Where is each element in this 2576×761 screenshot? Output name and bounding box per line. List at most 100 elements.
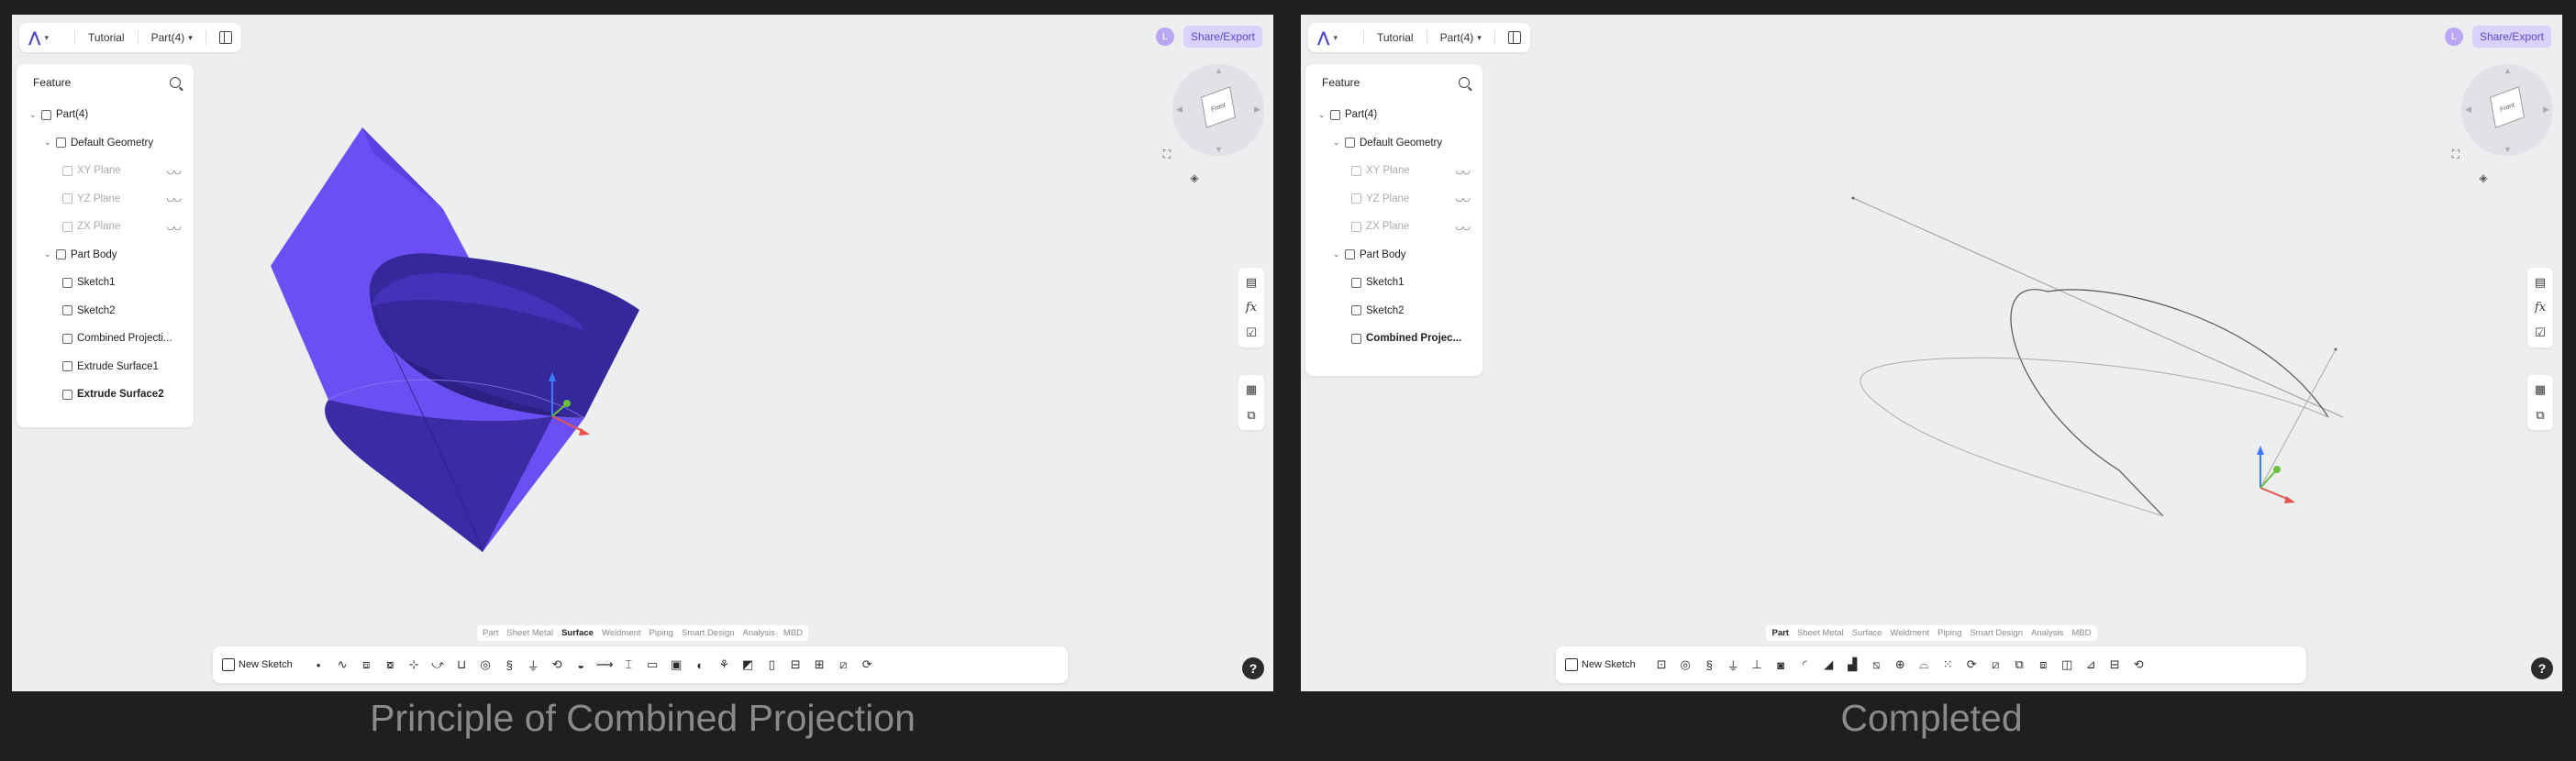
arrow-up-icon[interactable]: ▲ (1215, 66, 1223, 75)
tab-analysis[interactable]: Analysis (2031, 628, 2063, 638)
fx-icon[interactable]: fx (2535, 301, 2546, 314)
extrude-surface-icon[interactable]: ⊔ (453, 656, 471, 674)
tab-mbd[interactable]: MBD (2071, 628, 2091, 638)
copy-icon[interactable]: ⧉ (1247, 408, 1255, 423)
new-sketch-button[interactable]: New Sketch (222, 658, 293, 671)
arrow-down-icon[interactable]: ▼ (2504, 145, 2512, 154)
linear-pattern-icon[interactable]: ⁙ (1939, 656, 1957, 674)
part-selector[interactable]: Part(4) ▾ (1440, 31, 1482, 44)
part-selector[interactable]: Part(4) ▾ (151, 31, 193, 44)
search-icon[interactable] (170, 77, 181, 88)
thicken-icon[interactable]: ◩ (739, 656, 757, 674)
tab-sheet-metal[interactable]: Sheet Metal (1797, 628, 1844, 638)
revolve-icon[interactable]: ◎ (1677, 656, 1694, 674)
breadcrumb-tutorial[interactable]: Tutorial (1377, 31, 1414, 44)
combine-icon[interactable]: ⧉ (2011, 656, 2028, 674)
tab-sheet-metal[interactable]: Sheet Metal (506, 628, 553, 638)
split-body-icon[interactable]: ⧈ (2035, 656, 2052, 674)
tree-item-default-geometry[interactable]: ⌄ Default Geometry (1305, 129, 1482, 158)
tree-item-xy-plane[interactable]: XY Plane ◡◡ (1305, 157, 1482, 185)
search-icon[interactable] (1459, 77, 1470, 88)
curve-tool-icon[interactable]: ∿ (334, 656, 351, 674)
fillet-icon[interactable]: ◜ (1796, 656, 1814, 674)
tree-item-sketch2[interactable]: Sketch2 (1305, 297, 1482, 325)
chevron-down-icon[interactable]: ⌄ (29, 110, 37, 120)
more-tools-icon[interactable]: ⟲ (2130, 656, 2148, 674)
ruled-surface-icon[interactable]: ⟿ (596, 656, 614, 674)
share-export-button[interactable]: Share/Export (1183, 26, 1262, 48)
hidden-eye-icon[interactable]: ◡◡ (1456, 166, 1471, 176)
render-mode-icon[interactable]: ◈ (2476, 171, 2491, 185)
sweep-icon[interactable]: § (1701, 656, 1718, 674)
hidden-eye-icon[interactable]: ◡◡ (1456, 222, 1471, 232)
tree-item-part-body[interactable]: ⌄ Part Body (17, 241, 194, 270)
tree-item-part[interactable]: ⌄ Part(4) (17, 101, 194, 129)
tree-item-zx-plane[interactable]: ZX Plane ◡◡ (1305, 213, 1482, 241)
delete-face-icon[interactable]: ⊟ (787, 656, 805, 674)
intersection-icon[interactable]: ⊹ (405, 656, 423, 674)
panel-toggle-icon[interactable] (218, 31, 232, 44)
tree-item-sketch1[interactable]: Sketch1 (17, 269, 194, 297)
rib-icon[interactable]: ⊕ (1892, 656, 1909, 674)
tree-item-xy-plane[interactable]: XY Plane ◡◡ (17, 157, 194, 185)
view-cube-face[interactable]: Front (1201, 86, 1236, 128)
arrow-left-icon[interactable]: ◀ (2465, 105, 2471, 115)
dome-icon[interactable]: ⌓ (1915, 656, 1933, 674)
view-cube-face[interactable]: Front (2490, 86, 2525, 128)
tree-item-part-body[interactable]: ⌄ Part Body (1305, 241, 1482, 270)
hole-icon[interactable]: ◙ (1772, 656, 1790, 674)
thread-icon[interactable]: ⊟ (2106, 656, 2124, 674)
boundary-surface-icon[interactable]: ⟲ (549, 656, 566, 674)
draft-icon[interactable]: ⧅ (1868, 656, 1885, 674)
help-button[interactable]: ? (1242, 657, 1264, 679)
chevron-down-icon[interactable]: ⌄ (1333, 138, 1340, 148)
tab-piping[interactable]: Piping (1938, 628, 1961, 638)
tree-item-extrude-surface1[interactable]: Extrude Surface1 (17, 353, 194, 381)
tab-surface[interactable]: Surface (561, 628, 594, 638)
app-logo-icon[interactable]: ⋀ ▾ (1317, 28, 1350, 47)
tree-item-yz-plane[interactable]: YZ Plane ◡◡ (1305, 185, 1482, 214)
checklist-icon[interactable]: ☑ (1246, 325, 1257, 340)
checklist-icon[interactable]: ☑ (2535, 325, 2546, 340)
combined-projection-icon[interactable]: ⧇ (382, 656, 399, 674)
chevron-down-icon[interactable]: ⌄ (44, 249, 51, 259)
tree-item-extrude-surface2[interactable]: Extrude Surface2 (17, 380, 194, 409)
hidden-eye-icon[interactable]: ◡◡ (167, 193, 182, 204)
tab-piping[interactable]: Piping (650, 628, 673, 638)
fit-view-icon[interactable]: ⛶ (1160, 147, 1174, 161)
tree-item-sketch2[interactable]: Sketch2 (17, 297, 194, 325)
fit-view-icon[interactable]: ⛶ (2448, 147, 2463, 161)
copy-icon[interactable]: ⧉ (2536, 408, 2544, 423)
breadcrumb-tutorial[interactable]: Tutorial (88, 31, 125, 44)
boss-icon[interactable]: ⊥ (1749, 656, 1766, 674)
chevron-down-icon[interactable]: ⌄ (1333, 249, 1340, 259)
tab-smart-design[interactable]: Smart Design (682, 628, 735, 638)
point-tool-icon[interactable]: • (310, 656, 328, 674)
tab-analysis[interactable]: Analysis (743, 628, 775, 638)
mirror-icon[interactable]: ⧄ (835, 656, 852, 674)
shell-icon[interactable]: ▟ (1844, 656, 1861, 674)
mirror-icon[interactable]: ⧄ (1987, 656, 2004, 674)
arrow-right-icon[interactable]: ▶ (1254, 105, 1260, 115)
hidden-eye-icon[interactable]: ◡◡ (167, 222, 182, 232)
help-button[interactable]: ? (2531, 657, 2553, 679)
tree-item-combined-projection[interactable]: Combined Projecti... (17, 325, 194, 353)
new-sketch-button[interactable]: New Sketch (1565, 658, 1636, 671)
scale-icon[interactable]: ⊿ (2082, 656, 2100, 674)
share-export-button[interactable]: Share/Export (2471, 26, 2551, 48)
tree-item-default-geometry[interactable]: ⌄ Default Geometry (17, 129, 194, 158)
fx-icon[interactable]: fx (1246, 301, 1257, 314)
tab-part[interactable]: Part (1771, 628, 1788, 638)
grid-icon[interactable]: ▦ (1246, 382, 1257, 397)
tree-item-part[interactable]: ⌄ Part(4) (1305, 101, 1482, 129)
loft-surface-icon[interactable]: ⏚ (525, 656, 542, 674)
extend-surface-icon[interactable]: ▭ (644, 656, 661, 674)
avatar[interactable]: L (1155, 28, 1174, 46)
untrim-surface-icon[interactable]: ◐ (692, 656, 709, 674)
tab-surface[interactable]: Surface (1852, 628, 1882, 638)
tab-mbd[interactable]: MBD (783, 628, 803, 638)
chamfer-icon[interactable]: ◢ (1820, 656, 1838, 674)
arrow-right-icon[interactable]: ▶ (2543, 105, 2549, 115)
chevron-down-icon[interactable]: ⌄ (44, 138, 51, 148)
tab-smart-design[interactable]: Smart Design (1970, 628, 2023, 638)
